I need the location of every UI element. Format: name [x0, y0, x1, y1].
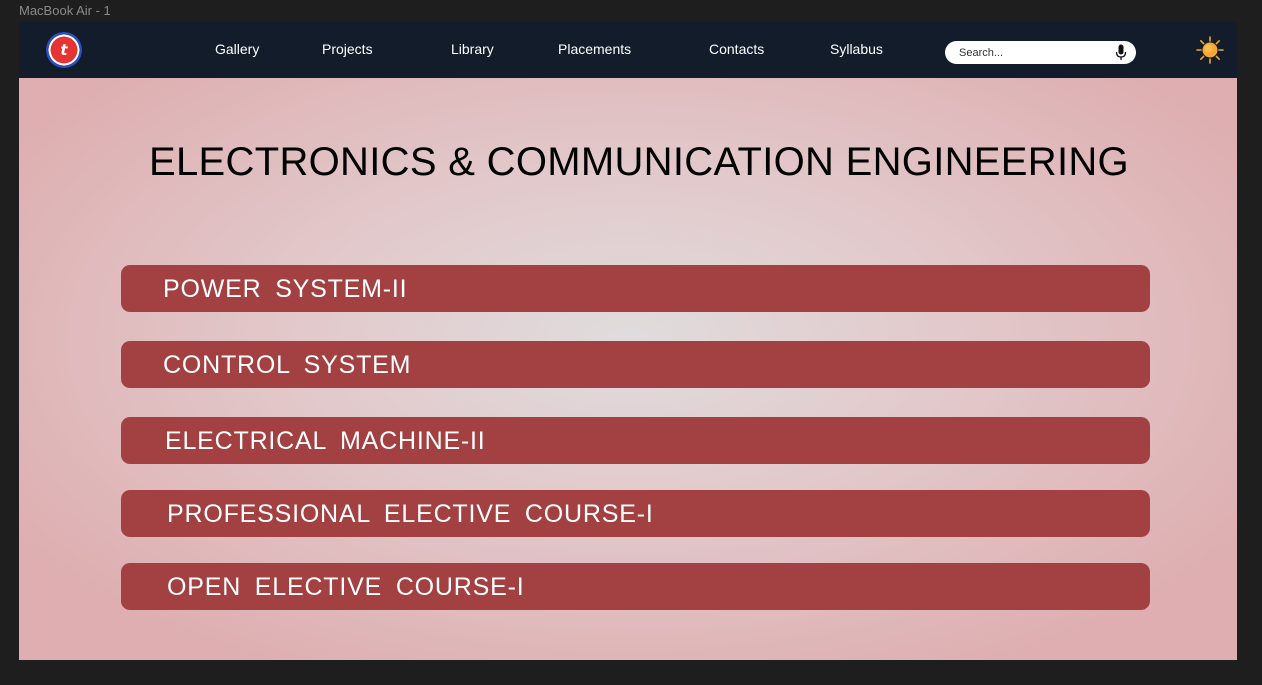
search-input[interactable]: [959, 44, 1109, 61]
nav-projects[interactable]: Projects: [322, 41, 373, 57]
nav-library[interactable]: Library: [451, 41, 494, 57]
frame-label: MacBook Air - 1: [19, 3, 111, 18]
subject-label: ELECTRICAL MACHINE-II: [165, 427, 486, 455]
sun-icon[interactable]: [1196, 36, 1224, 64]
subject-label: CONTROL SYSTEM: [163, 351, 412, 379]
subject-label: POWER SYSTEM-II: [163, 275, 408, 303]
search-bar: [945, 41, 1136, 64]
microphone-icon[interactable]: [1115, 44, 1127, 61]
subject-control-system[interactable]: CONTROL SYSTEM: [121, 341, 1150, 388]
subject-label: OPEN ELECTIVE COURSE-I: [167, 573, 525, 601]
subject-power-system[interactable]: POWER SYSTEM-II: [121, 265, 1150, 312]
logo-text: t: [60, 41, 68, 59]
hero-section: ELECTRONICS & COMMUNICATION ENGINEERING …: [19, 78, 1237, 660]
page-title: ELECTRONICS & COMMUNICATION ENGINEERING: [149, 140, 1129, 184]
subject-label: PROFESSIONAL ELECTIVE COURSE-I: [167, 500, 654, 528]
navbar: t Gallery Projects Library Placements Co…: [19, 22, 1237, 78]
nav-contacts[interactable]: Contacts: [709, 41, 764, 57]
subject-open-elective[interactable]: OPEN ELECTIVE COURSE-I: [121, 563, 1150, 610]
nav-gallery[interactable]: Gallery: [215, 41, 259, 57]
app-frame: t Gallery Projects Library Placements Co…: [19, 22, 1237, 660]
nav-placements[interactable]: Placements: [558, 41, 631, 57]
subject-electrical-machine[interactable]: ELECTRICAL MACHINE-II: [121, 417, 1150, 464]
subject-professional-elective[interactable]: PROFESSIONAL ELECTIVE COURSE-I: [121, 490, 1150, 537]
college-logo[interactable]: t: [46, 32, 82, 68]
nav-syllabus[interactable]: Syllabus: [830, 41, 883, 57]
